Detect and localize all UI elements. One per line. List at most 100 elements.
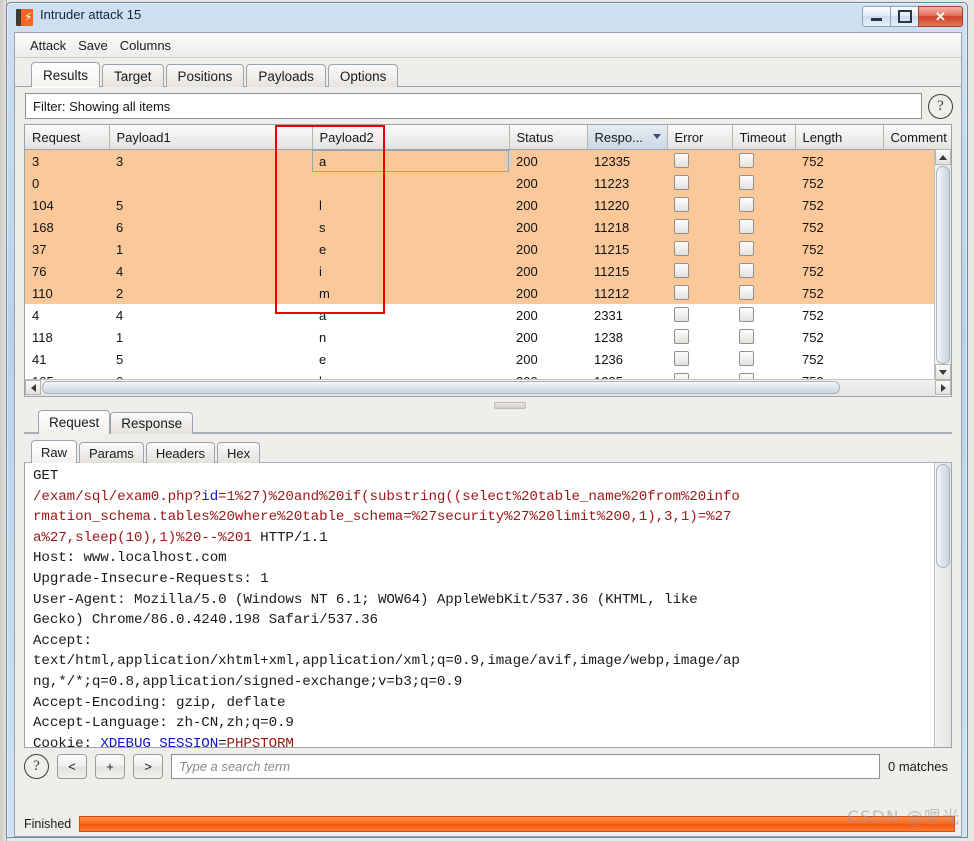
status-cell[interactable]: 200 [509, 149, 587, 172]
scroll-down-button[interactable] [935, 364, 951, 380]
tab-hex[interactable]: Hex [216, 442, 261, 463]
response-cell[interactable]: 11220 [587, 194, 667, 216]
payload2-cell[interactable] [312, 172, 509, 194]
tab-target[interactable]: Target [102, 64, 164, 87]
payload1-cell[interactable]: 2 [109, 282, 312, 304]
timeout-cell[interactable] [732, 194, 795, 216]
checkbox-icon[interactable] [674, 351, 689, 366]
error-cell[interactable] [667, 348, 732, 370]
status-cell[interactable]: 200 [509, 282, 587, 304]
search-next-button[interactable]: > [133, 754, 163, 779]
tab-response[interactable]: Response [110, 412, 194, 434]
payload2-cell[interactable]: e [312, 348, 509, 370]
length-cell[interactable]: 752 [795, 348, 883, 370]
checkbox-icon[interactable] [739, 329, 754, 344]
payload1-cell[interactable]: 4 [109, 260, 312, 282]
checkbox-icon[interactable] [674, 285, 689, 300]
payload1-cell[interactable]: 5 [109, 194, 312, 216]
length-cell[interactable]: 752 [795, 194, 883, 216]
filter-bar[interactable]: Filter: Showing all items [25, 93, 922, 119]
timeout-cell[interactable] [732, 326, 795, 348]
column-header-payload2[interactable]: Payload2 [312, 125, 510, 150]
request-cell[interactable]: 168 [25, 216, 109, 238]
status-cell[interactable]: 200 [509, 194, 587, 216]
payload1-cell[interactable]: 3 [109, 149, 312, 172]
table-row[interactable]: 110 2 m 200 11212 752 [25, 282, 951, 304]
response-cell[interactable]: 11215 [587, 238, 667, 260]
request-cell[interactable]: 76 [25, 260, 109, 282]
payload2-cell[interactable]: a [312, 149, 509, 172]
checkbox-icon[interactable] [739, 153, 754, 168]
table-row[interactable]: 104 5 l 200 11220 752 [25, 194, 951, 216]
response-cell[interactable]: 11218 [587, 216, 667, 238]
menu-item-save[interactable]: Save [72, 36, 114, 55]
checkbox-icon[interactable] [739, 219, 754, 234]
close-button[interactable]: ✕ [918, 6, 963, 27]
table-row[interactable]: 118 1 n 200 1238 752 [25, 326, 951, 348]
payload1-cell[interactable]: 1 [109, 326, 312, 348]
payload1-cell[interactable]: 1 [109, 238, 312, 260]
error-cell[interactable] [667, 282, 732, 304]
table-row[interactable]: 0 200 11223 752 [25, 172, 951, 194]
length-cell[interactable]: 752 [795, 326, 883, 348]
response-cell[interactable]: 1238 [587, 326, 667, 348]
payload2-cell[interactable]: a [312, 304, 509, 326]
payload2-cell[interactable]: s [312, 216, 509, 238]
raw-vertical-scrollbar[interactable] [934, 463, 951, 747]
request-cell[interactable]: 110 [25, 282, 109, 304]
error-cell[interactable] [667, 194, 732, 216]
error-cell[interactable] [667, 172, 732, 194]
column-header-status[interactable]: Status [509, 125, 588, 150]
error-cell[interactable] [667, 149, 732, 172]
checkbox-icon[interactable] [739, 351, 754, 366]
payload2-cell[interactable]: i [312, 260, 509, 282]
scroll-up-button[interactable] [935, 149, 951, 165]
length-cell[interactable]: 752 [795, 282, 883, 304]
response-cell[interactable]: 11223 [587, 172, 667, 194]
timeout-cell[interactable] [732, 348, 795, 370]
table-row[interactable]: 4 4 a 200 2331 752 [25, 304, 951, 326]
tab-headers[interactable]: Headers [145, 442, 215, 463]
help-icon[interactable]: ? [928, 93, 953, 119]
checkbox-icon[interactable] [674, 197, 689, 212]
request-cell[interactable]: 0 [25, 172, 109, 194]
search-prev-button[interactable]: < [57, 754, 87, 779]
timeout-cell[interactable] [732, 216, 795, 238]
column-header-request[interactable]: Request [25, 125, 110, 150]
checkbox-icon[interactable] [674, 175, 689, 190]
search-help-icon[interactable]: ? [24, 754, 49, 779]
scroll-left-button[interactable] [25, 380, 41, 395]
response-cell[interactable]: 12335 [587, 149, 667, 172]
tab-results[interactable]: Results [31, 62, 101, 88]
tab-params[interactable]: Params [79, 442, 144, 463]
results-vscroll-thumb[interactable] [936, 166, 950, 364]
request-cell[interactable]: 41 [25, 348, 109, 370]
status-cell[interactable]: 200 [509, 260, 587, 282]
column-header-error[interactable]: Error [667, 125, 733, 150]
checkbox-icon[interactable] [739, 241, 754, 256]
tab-options[interactable]: Options [327, 64, 399, 87]
payload2-cell[interactable]: m [312, 282, 509, 304]
timeout-cell[interactable] [732, 304, 795, 326]
length-cell[interactable]: 752 [795, 172, 883, 194]
column-header-length[interactable]: Length [795, 125, 884, 150]
search-add-button[interactable]: + [95, 754, 125, 779]
table-row[interactable]: 3 3 a 200 12335 752 [25, 149, 951, 172]
status-cell[interactable]: 200 [509, 172, 587, 194]
menu-item-attack[interactable]: Attack [24, 36, 72, 55]
search-input[interactable]: Type a search term [171, 754, 881, 779]
minimize-button[interactable] [862, 6, 891, 27]
status-cell[interactable]: 200 [509, 304, 587, 326]
table-row[interactable]: 168 6 s 200 11218 752 [25, 216, 951, 238]
tab-payloads[interactable]: Payloads [246, 64, 326, 87]
error-cell[interactable] [667, 260, 732, 282]
table-row[interactable]: 41 5 e 200 1236 752 [25, 348, 951, 370]
payload2-cell[interactable]: n [312, 326, 509, 348]
error-cell[interactable] [667, 216, 732, 238]
request-cell[interactable]: 104 [25, 194, 109, 216]
payload2-cell[interactable]: l [312, 194, 509, 216]
payload2-cell[interactable]: e [312, 238, 509, 260]
timeout-cell[interactable] [732, 172, 795, 194]
request-cell[interactable]: 118 [25, 326, 109, 348]
checkbox-icon[interactable] [674, 241, 689, 256]
